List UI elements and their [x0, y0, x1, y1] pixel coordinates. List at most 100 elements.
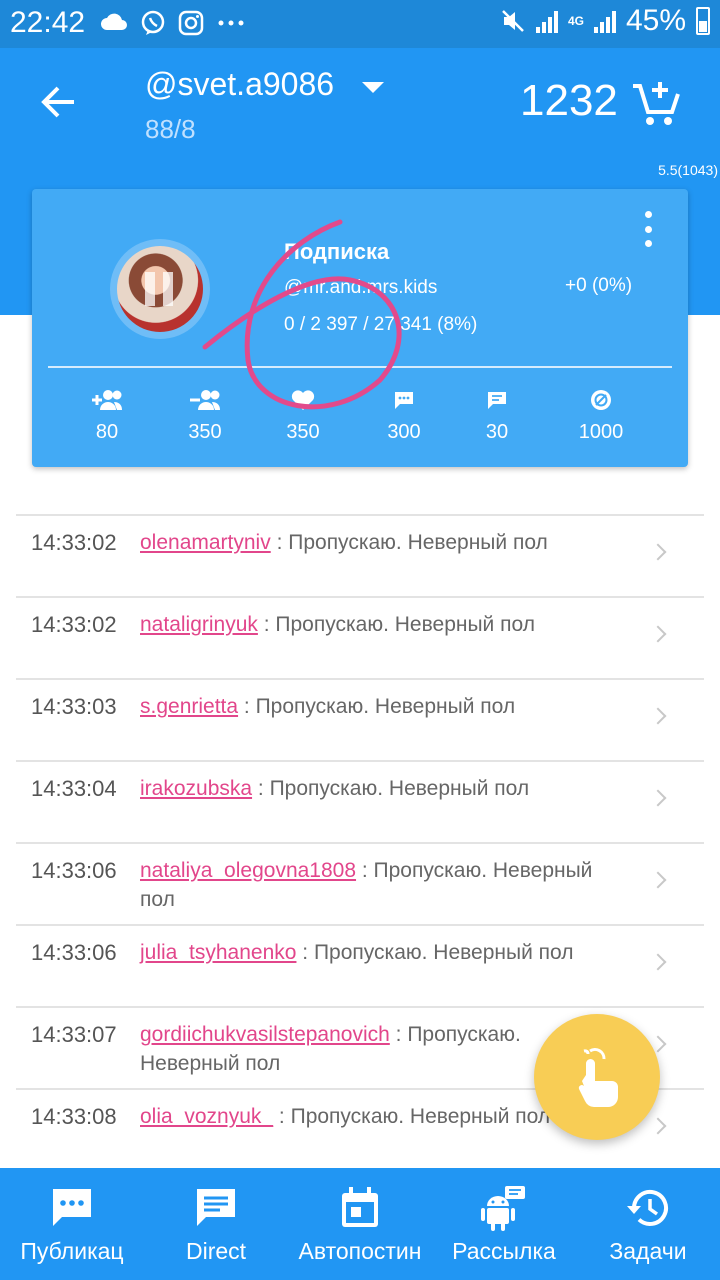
app-bar: @svet.a9086 88/8 1232 — [0, 48, 720, 160]
task-title: Подписка — [284, 239, 390, 264]
signal-icon-2 — [593, 9, 616, 33]
comment-icon — [395, 392, 413, 409]
profile-photo — [117, 246, 203, 332]
list-item[interactable]: 14:33:03 s.genrietta : Пропускаю. Неверн… — [16, 678, 704, 760]
remove-people-icon — [190, 390, 220, 410]
stat-limit: 1000 — [556, 387, 646, 444]
manual-action-button[interactable] — [534, 1014, 660, 1140]
stat-likes: 350 — [258, 387, 348, 444]
account-switcher[interactable]: @svet.a9086 — [145, 66, 334, 103]
list-item[interactable]: 14:33:06 julia_tsyhanenko : Пропускаю. Н… — [16, 924, 704, 1006]
log-text: : Пропускаю. Неверный пол — [296, 941, 574, 964]
back-arrow-icon[interactable] — [38, 82, 78, 122]
list-item[interactable]: 14:33:02 nataligrinyuk : Пропускаю. Неве… — [16, 596, 704, 678]
chevron-right-icon — [649, 1117, 667, 1135]
network-type: 4G — [567, 14, 584, 28]
stat-value: 350 — [188, 421, 222, 443]
message-icon — [197, 1189, 235, 1226]
task-progress: 0 / 2 397 / 27 341 (8%) — [284, 314, 478, 335]
log-text: : Пропускаю. Неверный пол — [270, 531, 548, 554]
log-username[interactable]: nataliya_olegovna1808 — [140, 859, 356, 882]
system-icons: 4G 45% — [500, 4, 710, 38]
add-to-cart-icon[interactable] — [630, 78, 680, 128]
list-item[interactable]: 14:33:04 irakozubska : Пропускаю. Неверн… — [16, 760, 704, 842]
nav-tasks[interactable]: Задачи — [576, 1168, 720, 1280]
log-username[interactable]: gordiichukvasilstepanovich — [140, 1023, 390, 1046]
battery-icon — [696, 7, 710, 35]
log-username[interactable]: nataligrinyuk — [140, 613, 258, 636]
nav-label: Рассылка — [452, 1238, 556, 1264]
log-message: nataliya_olegovna1808 : Пропускаю. Невер… — [140, 856, 610, 914]
instagram-icon — [178, 10, 204, 36]
stat-unfollow: 350 — [160, 387, 250, 444]
balance-value: 1232 — [520, 76, 618, 125]
more-menu-icon[interactable] — [638, 211, 658, 247]
dropdown-caret-icon[interactable] — [362, 82, 384, 93]
chevron-right-icon — [649, 625, 667, 643]
log-username[interactable]: s.genrietta — [140, 695, 238, 718]
chevron-right-icon — [649, 543, 667, 561]
calendar-icon — [342, 1187, 378, 1227]
log-time: 14:33:03 — [31, 694, 117, 719]
log-text: : Пропускаю. Неверный пол — [252, 777, 530, 800]
chevron-right-icon — [649, 707, 667, 725]
stat-value: 80 — [95, 421, 119, 443]
chevron-right-icon — [649, 871, 667, 889]
log-text: : Пропускаю. Неверный пол — [257, 613, 535, 636]
avatar[interactable] — [110, 239, 210, 339]
add-people-icon — [92, 390, 122, 410]
stat-comments: 300 — [359, 387, 449, 444]
stat-value: 300 — [387, 421, 421, 443]
list-item[interactable]: 14:33:02 olenamartyniv : Пропускаю. Неве… — [16, 514, 704, 596]
bottom-navigation: Публикац Direct Автопостин Рассылка Зада… — [0, 1168, 720, 1280]
nav-posts[interactable]: Публикац — [0, 1168, 144, 1280]
stat-messages: 30 — [452, 387, 542, 444]
message-icon — [488, 392, 506, 409]
nav-label: Автопостин — [298, 1238, 422, 1264]
log-message: s.genrietta : Пропускаю. Неверный пол — [140, 692, 610, 721]
log-time: 14:33:02 — [31, 530, 117, 555]
status-time: 22:42 — [10, 6, 86, 39]
log-username[interactable]: olia_voznyuk_ — [140, 1105, 273, 1128]
log-message: olia_voznyuk_ : Пропускаю. Неверный пол — [140, 1102, 610, 1131]
app-version: 5.5(1043) — [658, 162, 718, 178]
no-entry-icon — [591, 390, 611, 410]
nav-mailing[interactable]: Рассылка — [432, 1168, 576, 1280]
log-username[interactable]: olenamartyniv — [140, 531, 271, 554]
card-divider — [48, 366, 672, 368]
stat-follow: 80 — [62, 387, 152, 444]
task-card[interactable]: Подписка @mr.and.mrs.kids 0 / 2 397 / 27… — [32, 189, 688, 467]
pause-icon[interactable] — [145, 272, 175, 306]
log-message: olenamartyniv : Пропускаю. Неверный пол — [140, 528, 610, 557]
nav-direct[interactable]: Direct — [144, 1168, 288, 1280]
notification-icons — [100, 10, 246, 36]
viber-icon — [141, 10, 165, 35]
history-icon — [627, 1190, 668, 1226]
log-text: : Пропускаю. Неверный пол — [273, 1105, 551, 1128]
stat-value: 1000 — [578, 421, 624, 443]
stat-value: 30 — [485, 421, 509, 443]
log-time: 14:33:08 — [31, 1104, 117, 1129]
list-item[interactable]: 14:33:06 nataliya_olegovna1808 : Пропуск… — [16, 842, 704, 924]
nav-autoposting[interactable]: Автопостин — [288, 1168, 432, 1280]
nav-label: Direct — [185, 1238, 247, 1264]
more-notifications-icon — [218, 20, 244, 26]
log-time: 14:33:06 — [31, 940, 117, 965]
task-target: @mr.and.mrs.kids — [284, 277, 438, 298]
account-subtitle: 88/8 — [145, 114, 196, 144]
cloud-icon — [101, 13, 127, 30]
tap-hand-icon — [578, 1047, 618, 1107]
log-message: nataligrinyuk : Пропускаю. Неверный пол — [140, 610, 610, 639]
status-bar: 22:42 4G 45% — [0, 0, 720, 48]
task-delta: +0 (0%) — [565, 275, 633, 296]
log-message: julia_tsyhanenko : Пропускаю. Неверный п… — [140, 938, 610, 967]
log-username[interactable]: irakozubska — [140, 777, 252, 800]
battery-percentage: 45% — [625, 4, 686, 37]
nav-label: Публикац — [20, 1238, 124, 1264]
android-icon — [481, 1186, 525, 1231]
nav-label: Задачи — [609, 1238, 687, 1264]
log-username[interactable]: julia_tsyhanenko — [140, 941, 296, 964]
mute-icon — [502, 10, 524, 32]
chevron-right-icon — [649, 953, 667, 971]
chat-dots-icon — [53, 1189, 91, 1226]
